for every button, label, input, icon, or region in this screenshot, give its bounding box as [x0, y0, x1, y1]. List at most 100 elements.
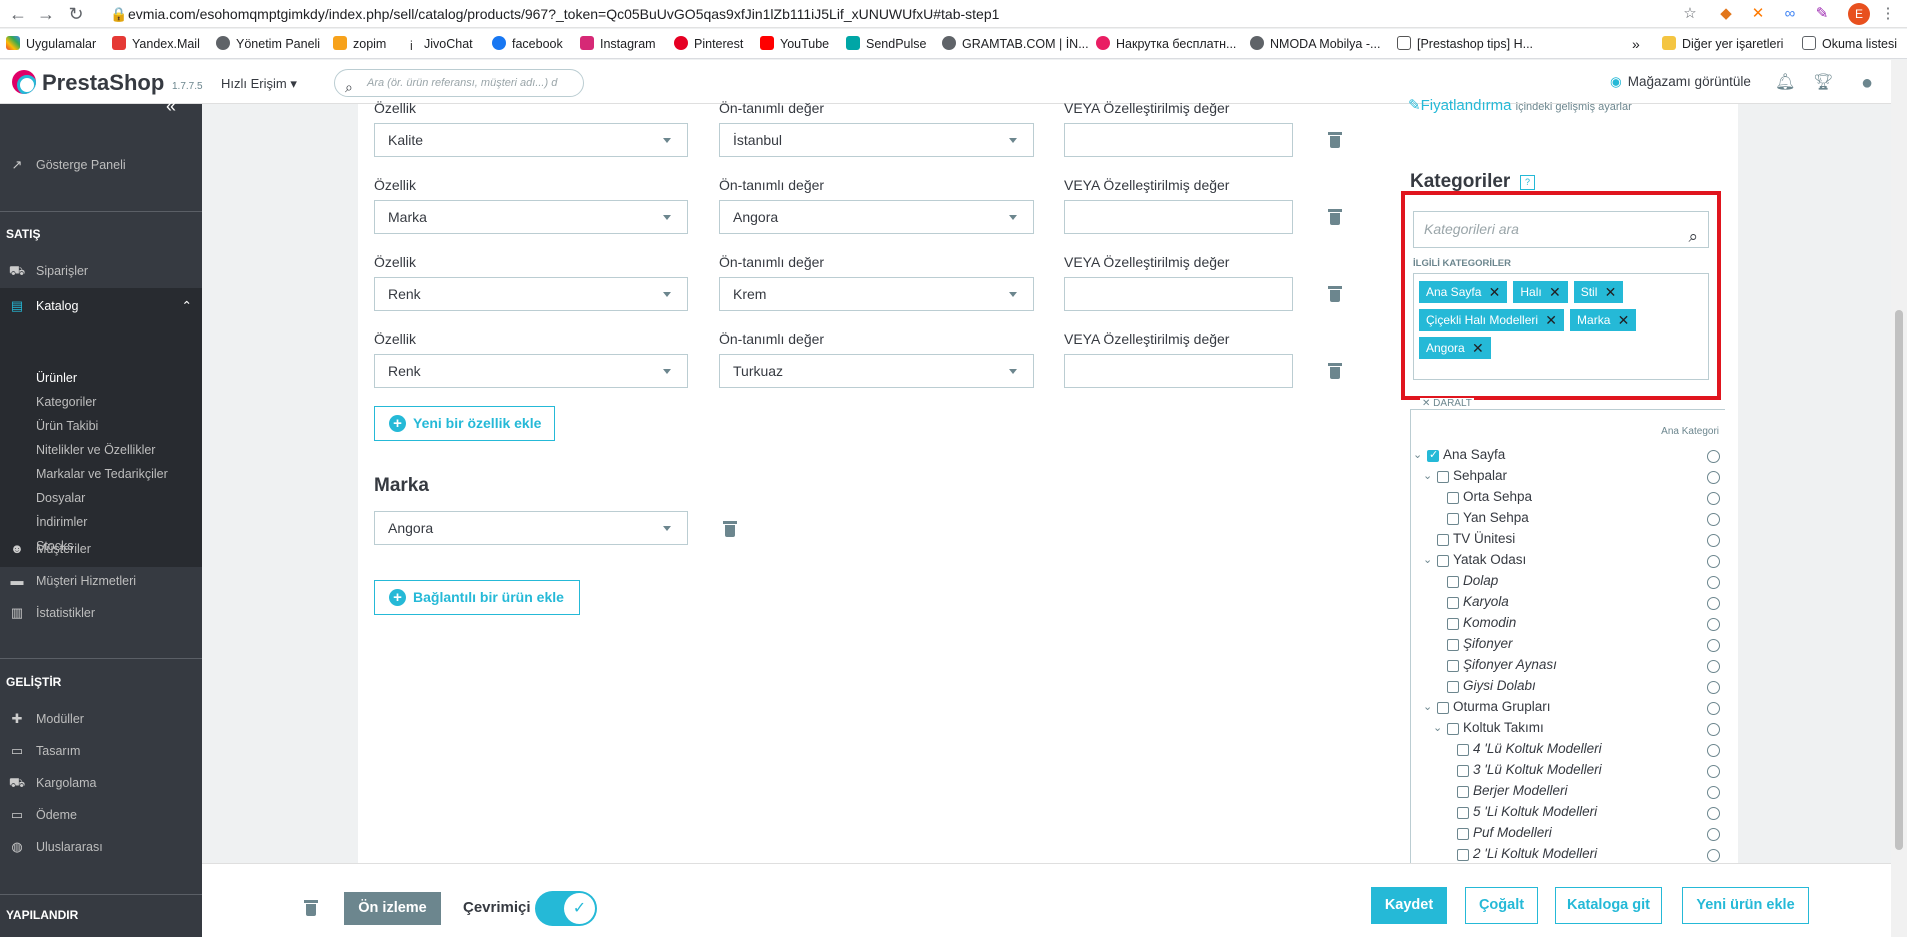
main-category-radio[interactable]: [1707, 702, 1720, 715]
sidebar-subitem-files[interactable]: Dosyalar: [36, 491, 85, 505]
category-checkbox[interactable]: [1437, 534, 1449, 546]
main-category-radio[interactable]: [1707, 597, 1720, 610]
close-icon[interactable]: ✕: [1545, 309, 1557, 331]
custom-value-input[interactable]: [1064, 123, 1293, 157]
sidebar-item-modules[interactable]: ✚ Modüller: [0, 704, 202, 734]
trash-icon[interactable]: [1328, 363, 1342, 379]
forward-icon[interactable]: →: [36, 4, 56, 24]
main-category-radio[interactable]: [1707, 534, 1720, 547]
prestashop-logo[interactable]: PrestaShop: [12, 70, 164, 96]
collapse-tree-link[interactable]: ✕ DARALT: [1420, 398, 1474, 409]
category-checkbox[interactable]: [1457, 765, 1469, 777]
delete-product-icon[interactable]: [304, 900, 318, 916]
main-category-radio[interactable]: [1707, 849, 1720, 862]
sidebar-item-customer-service[interactable]: ▬ Müşteri Hizmetleri: [0, 566, 202, 596]
main-category-radio[interactable]: [1707, 576, 1720, 589]
bookmark-instagram[interactable]: Instagram: [580, 36, 656, 54]
help-icon[interactable]: ?: [1520, 175, 1535, 190]
collapse-sidebar-icon[interactable]: «: [166, 96, 176, 117]
bookmark-prestashop-tips[interactable]: [Prestashop tips] H...: [1397, 36, 1533, 54]
category-tree-item[interactable]: Şifonyer: [1411, 636, 1725, 656]
category-tree-item[interactable]: Dolap: [1411, 573, 1725, 593]
bookmark-gramtab[interactable]: GRAMTAB.COM | İN...: [942, 36, 1089, 54]
feature-select[interactable]: Marka: [374, 200, 688, 234]
main-category-radio[interactable]: [1707, 639, 1720, 652]
bookmark-nmoda[interactable]: NMODA Mobilya -...: [1250, 36, 1380, 54]
bookmark-facebook[interactable]: facebook: [492, 36, 563, 54]
pen-icon[interactable]: ✎: [1812, 4, 1832, 24]
category-tree-item[interactable]: Puf Modelleri: [1411, 825, 1725, 845]
menu-icon[interactable]: ⋮: [1878, 4, 1898, 24]
close-icon[interactable]: ✕: [1549, 281, 1561, 303]
bookmark-nakrutka[interactable]: Накрутка бесплатн...: [1096, 36, 1236, 54]
trophy-icon[interactable]: 🏆︎: [1813, 72, 1833, 92]
reading-list[interactable]: Okuma listesi: [1802, 36, 1897, 54]
sidebar-item-international[interactable]: ◍ Uluslararası: [0, 832, 202, 862]
bookmark-sendpulse[interactable]: SendPulse: [846, 36, 926, 54]
sidebar-subitem-brands[interactable]: Markalar ve Tedarikçiler: [36, 467, 168, 481]
chevron-down-icon[interactable]: ⌄: [1423, 700, 1432, 713]
category-tree-item[interactable]: ⌄ Ana Sayfa: [1411, 447, 1725, 467]
main-category-radio[interactable]: [1707, 828, 1720, 841]
category-checkbox[interactable]: [1447, 492, 1459, 504]
main-category-radio[interactable]: [1707, 744, 1720, 757]
trash-icon[interactable]: [1328, 132, 1342, 148]
chevron-down-icon[interactable]: ⌄: [1413, 448, 1422, 461]
close-icon[interactable]: ✕: [1489, 281, 1501, 303]
category-tree-item[interactable]: 4 'Lü Koltuk Modelleri: [1411, 741, 1725, 761]
star-icon[interactable]: ☆: [1680, 4, 1700, 24]
trash-icon[interactable]: [1328, 209, 1342, 225]
sidebar-subitem-discounts[interactable]: İndirimler: [36, 515, 87, 529]
category-checkbox[interactable]: [1457, 849, 1469, 861]
main-category-radio[interactable]: [1707, 807, 1720, 820]
main-category-radio[interactable]: [1707, 681, 1720, 694]
main-category-radio[interactable]: [1707, 723, 1720, 736]
custom-value-input[interactable]: [1064, 200, 1293, 234]
category-checkbox[interactable]: [1447, 597, 1459, 609]
category-checkbox[interactable]: [1457, 828, 1469, 840]
sidebar-item-orders[interactable]: ⛟ Siparişler: [0, 256, 202, 286]
feature-select[interactable]: Renk: [374, 354, 688, 388]
profile-avatar[interactable]: E: [1848, 3, 1870, 25]
category-checkbox[interactable]: [1447, 618, 1459, 630]
category-tree-item[interactable]: Komodin: [1411, 615, 1725, 635]
add-related-product-button[interactable]: + Bağlantılı bir ürün ekle: [374, 580, 580, 615]
close-icon[interactable]: ✕: [1618, 309, 1630, 331]
main-category-radio[interactable]: [1707, 618, 1720, 631]
category-checkbox[interactable]: [1457, 786, 1469, 798]
category-tree-item[interactable]: 2 'Li Koltuk Modelleri: [1411, 846, 1725, 864]
sidebar-item-dashboard[interactable]: ↗ Gösterge Paneli: [0, 150, 202, 180]
bookmark-youtube[interactable]: YouTube: [760, 36, 829, 54]
metamask-icon[interactable]: ◆: [1716, 4, 1736, 24]
save-button[interactable]: Kaydet: [1371, 887, 1447, 924]
category-tree-item[interactable]: ⌄ Sehpalar: [1411, 468, 1725, 488]
default-value-select[interactable]: İstanbul: [719, 123, 1034, 157]
address-bar[interactable]: 🔒evmia.com/esohomqmptgimkdy/index.php/se…: [110, 3, 1670, 25]
feature-select[interactable]: Kalite: [374, 123, 688, 157]
default-value-select[interactable]: Krem: [719, 277, 1034, 311]
online-toggle[interactable]: ✓: [535, 891, 597, 926]
category-tree-item[interactable]: Karyola: [1411, 594, 1725, 614]
new-product-button[interactable]: Yeni ürün ekle: [1682, 887, 1809, 924]
category-tree-item[interactable]: 3 'Lü Koltuk Modelleri: [1411, 762, 1725, 782]
main-category-radio[interactable]: [1707, 660, 1720, 673]
other-bookmarks[interactable]: Diğer yer işaretleri: [1662, 36, 1783, 54]
category-tree-item[interactable]: Şifonyer Aynası: [1411, 657, 1725, 677]
trash-icon[interactable]: [723, 521, 737, 537]
sidebar-item-stats[interactable]: ▥ İstatistikler: [0, 598, 202, 628]
chevron-down-icon[interactable]: ⌄: [1433, 721, 1442, 734]
category-tree-item[interactable]: Yan Sehpa: [1411, 510, 1725, 530]
category-checkbox[interactable]: [1447, 639, 1459, 651]
custom-value-input[interactable]: [1064, 354, 1293, 388]
main-category-radio[interactable]: [1707, 786, 1720, 799]
link-icon[interactable]: ∞: [1780, 4, 1800, 24]
main-category-radio[interactable]: [1707, 765, 1720, 778]
close-icon[interactable]: ✕: [1605, 281, 1617, 303]
sidebar-item-shipping[interactable]: ⛟ Kargolama: [0, 768, 202, 798]
bookmark-zopim[interactable]: zopim: [333, 36, 386, 54]
category-checkbox[interactable]: [1447, 660, 1459, 672]
admin-search-input[interactable]: ⌕ Ara (ör. ürün referansı, müşteri adı...…: [334, 69, 584, 97]
category-tree-item[interactable]: ⌄ Yatak Odası: [1411, 552, 1725, 572]
chevron-down-icon[interactable]: ⌄: [1423, 469, 1432, 482]
bookmark-jivochat[interactable]: i JivoChat: [410, 36, 473, 54]
